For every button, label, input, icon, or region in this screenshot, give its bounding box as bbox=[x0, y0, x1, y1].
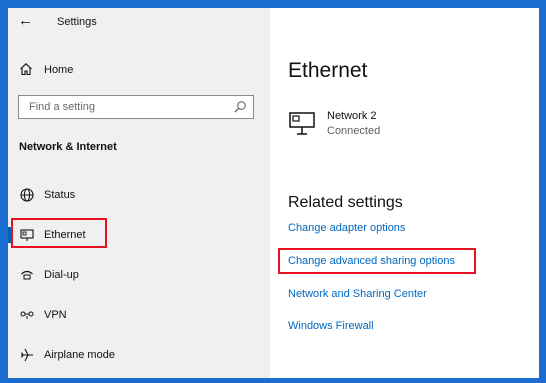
change-adapter-options-link[interactable]: Change adapter options bbox=[288, 222, 405, 234]
settings-sidebar: ← Settings Home Find a setting Network &… bbox=[8, 8, 270, 378]
airplane-icon bbox=[21, 348, 33, 362]
network-monitor-icon bbox=[289, 112, 315, 135]
sidebar-item-status[interactable]: Status bbox=[8, 182, 270, 208]
sidebar-item-label: Dial-up bbox=[44, 269, 79, 281]
dialup-phone-icon bbox=[21, 270, 33, 280]
network-name: Network 2 bbox=[327, 110, 377, 122]
back-arrow-icon[interactable]: ← bbox=[18, 12, 33, 30]
desktop-frame-bottom bbox=[0, 378, 546, 383]
desktop-frame-top bbox=[0, 0, 546, 8]
search-icon bbox=[234, 101, 246, 113]
sidebar-item-label: Status bbox=[44, 189, 76, 201]
desktop-frame-right bbox=[539, 0, 546, 383]
sidebar-item-label: Airplane mode bbox=[44, 349, 115, 361]
sharing-options-highlight-box bbox=[278, 248, 476, 274]
page-title: Ethernet bbox=[288, 59, 368, 82]
search-input[interactable]: Find a setting bbox=[18, 95, 254, 119]
vpn-icon bbox=[20, 311, 34, 319]
sidebar-item-dialup[interactable]: Dial-up bbox=[8, 262, 270, 288]
section-heading: Network & Internet bbox=[19, 141, 117, 153]
sidebar-item-home[interactable]: Home bbox=[8, 60, 270, 82]
network-sharing-center-link[interactable]: Network and Sharing Center bbox=[288, 288, 427, 300]
home-icon bbox=[20, 63, 32, 76]
network-entry[interactable]: Network 2 Connected bbox=[288, 110, 528, 150]
network-status: Connected bbox=[327, 125, 381, 137]
search-placeholder: Find a setting bbox=[29, 101, 96, 113]
main-content: Ethernet Network 2 Connected Related set… bbox=[270, 8, 539, 378]
sidebar-item-vpn[interactable]: VPN bbox=[8, 302, 270, 328]
globe-status-icon bbox=[20, 188, 34, 202]
desktop-frame-left bbox=[0, 0, 8, 383]
window-title: Settings bbox=[57, 16, 97, 28]
sidebar-item-label: VPN bbox=[44, 309, 67, 321]
title-bar: ← Settings bbox=[8, 8, 270, 38]
related-settings-heading: Related settings bbox=[288, 194, 403, 211]
windows-firewall-link[interactable]: Windows Firewall bbox=[288, 320, 374, 332]
ethernet-highlight-box bbox=[11, 218, 107, 248]
sidebar-item-airplane-mode[interactable]: Airplane mode bbox=[8, 342, 270, 368]
home-label: Home bbox=[44, 64, 74, 76]
